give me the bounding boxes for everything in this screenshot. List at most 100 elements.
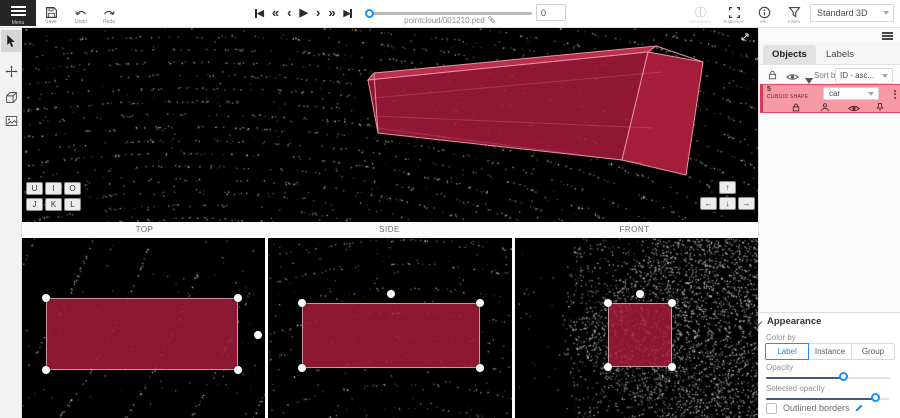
- objects-sidebar: Objects Labels Sort by ID - asc... 5 CUB…: [758, 28, 900, 418]
- top-view-label: TOP: [22, 225, 267, 234]
- resize-handle[interactable]: [604, 299, 612, 307]
- lock-icon: [767, 69, 778, 81]
- view-labels-strip: TOP SIDE FRONT: [22, 222, 758, 238]
- object-shape-type: CUBOID SHAPE: [767, 94, 808, 100]
- lock-all-button[interactable]: [767, 69, 778, 84]
- edit-color-pencil-icon[interactable]: [854, 403, 864, 413]
- side-view: [268, 238, 511, 418]
- draw-cuboid-tool-button[interactable]: [1, 86, 21, 108]
- object-lock-button[interactable]: [791, 101, 801, 116]
- side-view-label: SIDE: [267, 225, 512, 234]
- save-icon: [45, 6, 58, 19]
- resize-view-icon[interactable]: [738, 31, 752, 45]
- object-label-select[interactable]: car: [823, 87, 879, 100]
- sidebar-tabs: Objects Labels: [759, 42, 900, 65]
- lock-icon: [791, 102, 801, 113]
- fullscreen-icon: [728, 6, 741, 19]
- color-by-group-button[interactable]: Group: [851, 343, 895, 360]
- resize-handle[interactable]: [42, 294, 50, 302]
- selected-opacity-label: Selected opacity: [766, 384, 825, 393]
- rotation-handle[interactable]: [254, 331, 262, 339]
- resize-handle[interactable]: [604, 363, 612, 371]
- key-l-button[interactable]: L: [64, 198, 81, 211]
- tab-labels[interactable]: Labels: [817, 45, 863, 65]
- arrow-down-button[interactable]: ↓: [719, 197, 736, 210]
- color-by-group: Label Instance Group: [765, 343, 895, 360]
- opacity-slider[interactable]: [766, 373, 890, 382]
- outlined-borders-label: Outlined borders: [783, 403, 850, 413]
- outlined-borders-checkbox[interactable]: [766, 403, 777, 414]
- cuboid-icon: [5, 91, 18, 104]
- rotation-handle[interactable]: [636, 290, 644, 298]
- resize-handle[interactable]: [234, 366, 242, 374]
- cuboid-annotation[interactable]: [22, 28, 758, 222]
- chevron-down-icon: [868, 92, 874, 96]
- move-tool-button[interactable]: [1, 60, 21, 82]
- arrow-left-button[interactable]: ←: [700, 197, 717, 210]
- sidebar-collapse-icon[interactable]: [880, 30, 894, 42]
- selected-opacity-slider[interactable]: [766, 394, 890, 403]
- key-k-button[interactable]: K: [45, 198, 62, 211]
- next-frame-button[interactable]: ›: [313, 4, 323, 22]
- color-by-label: Color by: [766, 333, 796, 342]
- undo-button[interactable]: Undo: [66, 1, 96, 27]
- first-frame-button[interactable]: ◀: [252, 4, 267, 22]
- tab-objects[interactable]: Objects: [763, 45, 816, 65]
- key-i-button[interactable]: I: [45, 182, 62, 195]
- top-view: [22, 238, 265, 418]
- object-item-car[interactable]: 5 CUBOID SHAPE car: [760, 84, 900, 113]
- resize-handle[interactable]: [668, 299, 676, 307]
- key-o-button[interactable]: O: [64, 182, 81, 195]
- fullscreen-button[interactable]: Fullscreen: [720, 2, 748, 26]
- top-view-bbox[interactable]: [46, 298, 238, 370]
- key-j-button[interactable]: J: [26, 198, 43, 211]
- redo-button[interactable]: Redo: [94, 1, 124, 27]
- hide-all-button[interactable]: [786, 70, 799, 85]
- object-hide-button[interactable]: [848, 101, 860, 116]
- brain-icon: [693, 6, 708, 19]
- side-view-bbox[interactable]: [302, 303, 480, 368]
- previous-frame-button[interactable]: ‹: [284, 4, 294, 22]
- pin-icon: [875, 102, 885, 113]
- filename-row: pointcloud/001210.pcd: [360, 15, 540, 25]
- filters-icon: [788, 6, 801, 19]
- opacity-slider-handle[interactable]: [839, 372, 848, 381]
- appearance-panel: Appearance Color by Label Instance Group…: [759, 312, 900, 418]
- arrow-up-button[interactable]: ↑: [719, 181, 736, 194]
- workspace-select[interactable]: Standard 3D: [810, 4, 894, 22]
- chevron-down-icon: [883, 11, 889, 15]
- color-by-label-button[interactable]: Label: [765, 343, 809, 360]
- resize-handle[interactable]: [234, 294, 242, 302]
- resize-handle[interactable]: [668, 363, 676, 371]
- object-id: 5: [767, 86, 771, 93]
- menu-button[interactable]: Menu: [0, 0, 36, 26]
- save-button[interactable]: Save: [36, 1, 66, 27]
- arrow-right-button[interactable]: →: [738, 197, 755, 210]
- play-button[interactable]: ▶: [297, 4, 311, 22]
- color-by-instance-button[interactable]: Instance: [808, 343, 852, 360]
- appearance-title[interactable]: Appearance: [767, 316, 821, 327]
- last-frame-button[interactable]: ▶: [341, 4, 356, 22]
- ortho-views: [22, 238, 758, 418]
- filters-button[interactable]: Filters: [780, 2, 808, 26]
- opacity-label: Opacity: [766, 363, 793, 372]
- selected-opacity-slider-handle[interactable]: [871, 393, 880, 402]
- fast-forward-button[interactable]: »: [325, 4, 338, 22]
- eye-icon: [848, 104, 860, 113]
- resize-handle[interactable]: [42, 366, 50, 374]
- cursor-tool-button[interactable]: [1, 30, 21, 52]
- image-context-tool-button[interactable]: [1, 110, 21, 132]
- info-button[interactable]: Info: [750, 2, 778, 26]
- frame-number-input[interactable]: [536, 4, 566, 21]
- redo-icon: [102, 6, 116, 19]
- object-pin-button[interactable]: [875, 101, 885, 116]
- object-actions: [763, 101, 900, 114]
- front-view-bbox[interactable]: [608, 303, 672, 367]
- object-occluded-button[interactable]: [820, 101, 830, 116]
- key-u-button[interactable]: U: [26, 182, 43, 195]
- object-more-button[interactable]: [891, 88, 899, 100]
- sort-select[interactable]: ID - asc...: [835, 68, 893, 84]
- fast-backward-button[interactable]: «: [269, 4, 282, 22]
- ai-tools-button[interactable]: not trained: [686, 2, 714, 26]
- link-icon[interactable]: [487, 15, 496, 24]
